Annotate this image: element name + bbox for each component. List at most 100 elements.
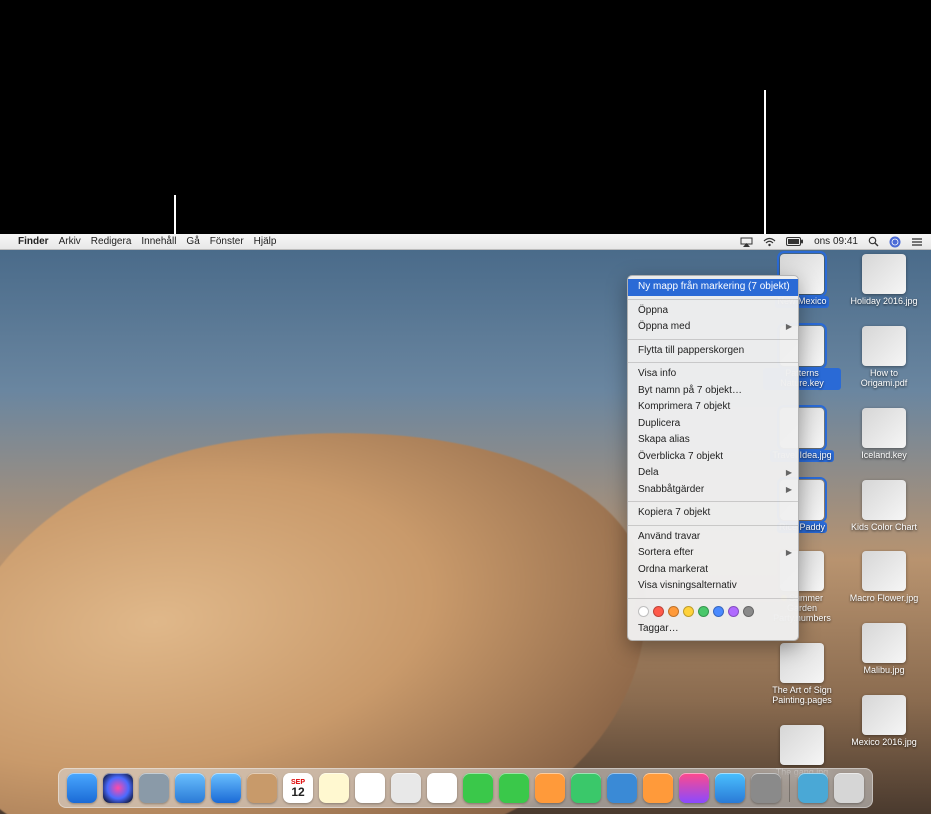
file-label: Malibu.jpg [861,665,906,677]
dock-itunes-icon[interactable] [679,773,709,803]
ctx-item[interactable]: Visa info [628,366,798,383]
ctx-item[interactable]: Använd travar [628,529,798,546]
dock-messages-icon[interactable] [463,773,493,803]
siri-menubar-icon[interactable] [889,236,901,248]
file-label: Holiday 2016.jpg [848,296,919,308]
submenu-arrow-icon: ▶ [786,485,792,495]
ctx-separator [628,525,798,526]
ctx-item[interactable]: Byt namn på 7 objekt… [628,383,798,400]
context-menu: Ny mapp från markering (7 objekt) ÖppnaÖ… [627,275,799,641]
battery-icon[interactable] [786,237,804,246]
file-label: Macro Flower.jpg [848,593,921,605]
dock-prefs-icon[interactable] [751,773,781,803]
airplay-icon[interactable] [740,237,753,247]
callout-line-left [174,195,176,235]
ctx-item[interactable]: Kopiera 7 objekt [628,505,798,522]
wallpaper-dune [0,387,676,814]
spotlight-icon[interactable] [868,236,879,247]
submenu-arrow-icon: ▶ [786,548,792,558]
menubar-item-ga[interactable]: Gå [186,236,199,247]
desktop-file[interactable]: Kids Color Chart [845,480,923,534]
dock-siri-icon[interactable] [103,773,133,803]
dock-ibooks-icon[interactable] [643,773,673,803]
file-thumbnail [862,695,906,735]
tag-color-dot[interactable] [698,606,709,617]
dock-calendar-icon[interactable]: SEP12 [283,773,313,803]
ctx-item[interactable]: Flytta till papperskorgen [628,343,798,360]
file-label: How to Origami.pdf [845,368,923,390]
dock-appstore-icon[interactable] [715,773,745,803]
dock-maps-icon[interactable] [391,773,421,803]
desktop[interactable]: New MexicoPatterns Nature.keyTravel Idea… [0,250,931,814]
dock-launchpad-icon[interactable] [139,773,169,803]
menubar-clock[interactable]: ons 09:41 [814,236,858,247]
menubar-item-redigera[interactable]: Redigera [91,236,132,247]
ctx-new-folder-from-selection[interactable]: Ny mapp från markering (7 objekt) [628,279,798,296]
ctx-item[interactable]: Överblicka 7 objekt [628,449,798,466]
tag-color-dot[interactable] [668,606,679,617]
tag-color-dot[interactable] [713,606,724,617]
desktop-file[interactable]: Malibu.jpg [845,623,923,677]
dock-facetime-icon[interactable] [499,773,529,803]
menubar-item-hjalp[interactable]: Hjälp [254,236,277,247]
dock-reminders-icon[interactable] [355,773,385,803]
dock-numbers-icon[interactable] [571,773,601,803]
file-label: Iceland.key [859,450,909,462]
file-thumbnail [862,623,906,663]
file-thumbnail [780,643,824,683]
dock-wrap: SEP12 [0,768,931,814]
tag-color-dot[interactable] [653,606,664,617]
ctx-item[interactable]: Sortera efter▶ [628,545,798,562]
menubar-item-innehall[interactable]: Innehåll [141,236,176,247]
dock: SEP12 [58,768,873,808]
dock-keynote-icon[interactable] [607,773,637,803]
menubar: Finder Arkiv Redigera Innehåll Gå Fönste… [0,234,931,250]
desktop-file[interactable]: How to Origami.pdf [845,326,923,390]
file-label: Mexico 2016.jpg [849,737,919,749]
tag-color-dot[interactable] [638,606,649,617]
ctx-separator [628,501,798,502]
ctx-item[interactable]: Visa visningsalternativ [628,578,798,595]
dock-downloads-icon[interactable] [798,773,828,803]
wifi-icon[interactable] [763,237,776,247]
ctx-separator [628,362,798,363]
menubar-item-arkiv[interactable]: Arkiv [59,236,81,247]
submenu-arrow-icon: ▶ [786,322,792,332]
ctx-item[interactable]: Snabbåtgärder▶ [628,482,798,499]
menubar-app[interactable]: Finder [18,236,49,247]
tag-color-dot[interactable] [728,606,739,617]
ctx-item[interactable]: Skapa alias [628,432,798,449]
dock-finder-icon[interactable] [67,773,97,803]
dock-mail-icon[interactable] [211,773,241,803]
ctx-tag-colors[interactable] [628,602,798,621]
file-thumbnail [862,551,906,591]
file-label: The Art of Sign Painting.pages [763,685,841,707]
ctx-item[interactable]: Öppna [628,303,798,320]
ctx-item[interactable]: Duplicera [628,416,798,433]
desktop-file[interactable]: The Art of Sign Painting.pages [763,643,841,707]
submenu-arrow-icon: ▶ [786,468,792,478]
ctx-separator [628,339,798,340]
dock-contacts-icon[interactable] [247,773,277,803]
desktop-file[interactable]: Mexico 2016.jpg [845,695,923,749]
ctx-item[interactable]: Ordna markerat [628,562,798,579]
tag-color-dot[interactable] [683,606,694,617]
notification-center-icon[interactable] [911,237,923,247]
file-thumbnail [862,408,906,448]
file-thumbnail [780,725,824,765]
ctx-item[interactable]: Komprimera 7 objekt [628,399,798,416]
desktop-file[interactable]: Holiday 2016.jpg [845,254,923,308]
ctx-item[interactable]: Dela▶ [628,465,798,482]
tag-color-dot[interactable] [743,606,754,617]
dock-pages-icon[interactable] [535,773,565,803]
desktop-file[interactable]: Macro Flower.jpg [845,551,923,605]
ctx-item[interactable]: Öppna med▶ [628,319,798,336]
ctx-tags-more[interactable]: Taggar… [628,621,798,638]
dock-trash-icon[interactable] [834,773,864,803]
ctx-separator [628,598,798,599]
menubar-item-fonster[interactable]: Fönster [210,236,244,247]
dock-notes-icon[interactable] [319,773,349,803]
dock-safari-icon[interactable] [175,773,205,803]
dock-photos-icon[interactable] [427,773,457,803]
desktop-file[interactable]: Iceland.key [845,408,923,462]
